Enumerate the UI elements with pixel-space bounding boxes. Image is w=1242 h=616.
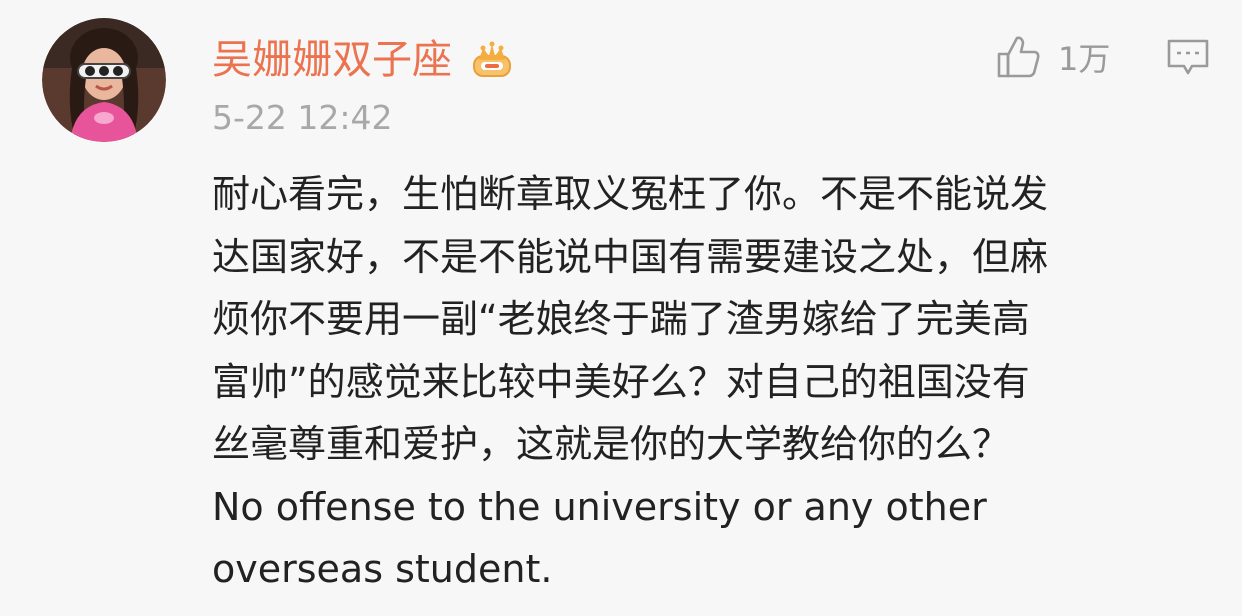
comment-text-line: 耐心看完，生怕断章取义冤枉了你。不是不能说发: [212, 172, 1049, 216]
like-count: 1万: [1058, 40, 1111, 78]
author-name[interactable]: 吴姗姗双子座: [212, 34, 452, 86]
comment-text-line: No offense to the university or any othe…: [212, 484, 987, 529]
reply-button[interactable]: [1166, 38, 1210, 78]
comment-bubble-icon: [1167, 39, 1209, 75]
crown-vip-icon: [470, 38, 514, 82]
comment-text-line: 富帅”的感觉来比较中美好么？对自己的祖国没有: [212, 359, 1030, 404]
avatar-photo: [42, 18, 166, 142]
user-avatar[interactable]: [42, 18, 166, 142]
comment-text-line: 烦你不要用一副“老娘终于踹了渣男嫁给了完美高: [212, 297, 1030, 341]
comment-text-line: overseas student.: [212, 547, 553, 591]
comment-text-line: 达国家好，不是不能说中国有需要建设之处，但麻: [212, 234, 1049, 279]
comment-body: 耐心看完，生怕断章取义冤枉了你。不是不能说发 达国家好，不是不能说中国有需要建设…: [212, 163, 1212, 601]
comment-card: 吴姗姗双子座 5-22 12:42 1万 耐心看完，生怕断章取义冤枉了你。不是不…: [0, 0, 1242, 616]
thumbs-up-icon: [997, 36, 1040, 78]
like-button[interactable]: 1万: [996, 32, 1110, 82]
comment-timestamp: 5-22 12:42: [212, 98, 393, 137]
comment-text-line: 丝毫尊重和爱护，这就是你的大学教给你的么？: [212, 422, 1011, 466]
